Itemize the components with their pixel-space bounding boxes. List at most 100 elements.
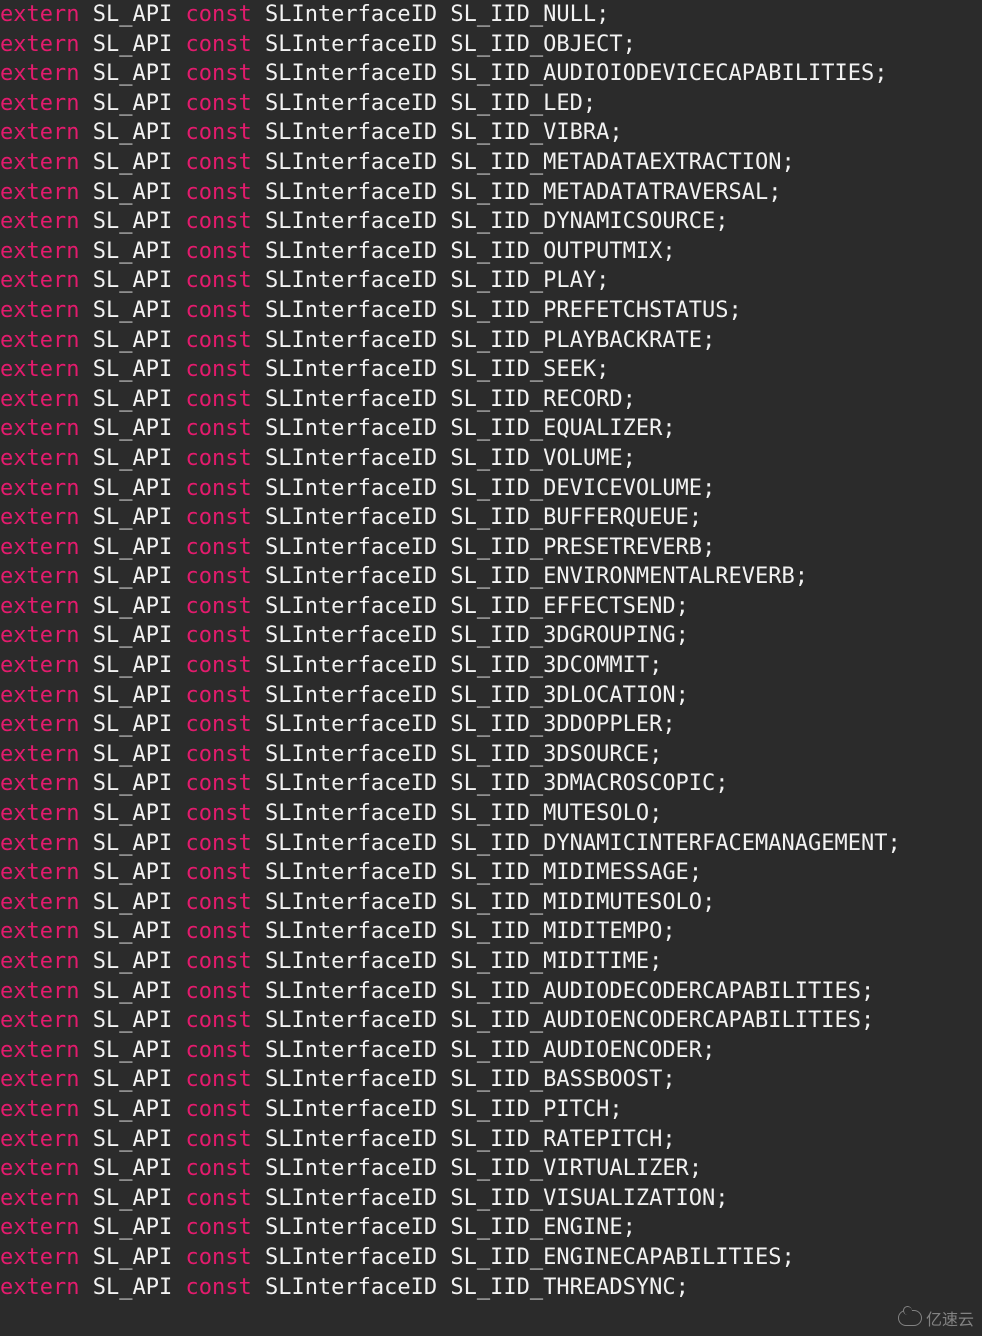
keyword-const: const	[185, 742, 251, 767]
type-name: SLInterfaceID	[265, 387, 437, 412]
semicolon: ;	[609, 1097, 622, 1122]
type-name: SLInterfaceID	[265, 91, 437, 116]
identifier: SL_IID_BASSBOOST	[450, 1067, 662, 1092]
code-line: extern SL_API const SLInterfaceID SL_IID…	[0, 178, 982, 208]
keyword-extern: extern	[0, 61, 79, 86]
api-macro: SL_API	[93, 298, 172, 323]
code-line: extern SL_API const SLInterfaceID SL_IID…	[0, 1036, 982, 1066]
type-name: SLInterfaceID	[265, 860, 437, 885]
code-line: extern SL_API const SLInterfaceID SL_IID…	[0, 592, 982, 622]
keyword-const: const	[185, 1008, 251, 1033]
semicolon: ;	[689, 1156, 702, 1181]
keyword-extern: extern	[0, 890, 79, 915]
keyword-extern: extern	[0, 653, 79, 678]
type-name: SLInterfaceID	[265, 61, 437, 86]
type-name: SLInterfaceID	[265, 683, 437, 708]
type-name: SLInterfaceID	[265, 416, 437, 441]
keyword-const: const	[185, 564, 251, 589]
keyword-extern: extern	[0, 32, 79, 57]
keyword-extern: extern	[0, 1067, 79, 1092]
api-macro: SL_API	[93, 2, 172, 27]
api-macro: SL_API	[93, 623, 172, 648]
code-block: extern SL_API const SLInterfaceID SL_IID…	[0, 0, 982, 1302]
semicolon: ;	[874, 61, 887, 86]
identifier: SL_IID_VIRTUALIZER	[450, 1156, 688, 1181]
code-line: extern SL_API const SLInterfaceID SL_IID…	[0, 207, 982, 237]
type-name: SLInterfaceID	[265, 1127, 437, 1152]
api-macro: SL_API	[93, 535, 172, 560]
identifier: SL_IID_3DSOURCE	[450, 742, 649, 767]
identifier: SL_IID_MIDIMESSAGE	[450, 860, 688, 885]
keyword-extern: extern	[0, 1215, 79, 1240]
api-macro: SL_API	[93, 180, 172, 205]
semicolon: ;	[596, 268, 609, 293]
identifier: SL_IID_OUTPUTMIX	[450, 239, 662, 264]
keyword-const: const	[185, 594, 251, 619]
semicolon: ;	[623, 387, 636, 412]
keyword-extern: extern	[0, 1097, 79, 1122]
type-name: SLInterfaceID	[265, 505, 437, 530]
code-line: extern SL_API const SLInterfaceID SL_IID…	[0, 1213, 982, 1243]
identifier: SL_IID_3DGROUPING	[450, 623, 675, 648]
type-name: SLInterfaceID	[265, 298, 437, 323]
semicolon: ;	[662, 919, 675, 944]
code-line: extern SL_API const SLInterfaceID SL_IID…	[0, 266, 982, 296]
semicolon: ;	[623, 1215, 636, 1240]
api-macro: SL_API	[93, 209, 172, 234]
semicolon: ;	[649, 742, 662, 767]
code-line: extern SL_API const SLInterfaceID SL_IID…	[0, 89, 982, 119]
api-macro: SL_API	[93, 61, 172, 86]
type-name: SLInterfaceID	[265, 949, 437, 974]
type-name: SLInterfaceID	[265, 919, 437, 944]
identifier: SL_IID_ENVIRONMENTALREVERB	[450, 564, 794, 589]
identifier: SL_IID_AUDIODECODERCAPABILITIES	[450, 979, 861, 1004]
identifier: SL_IID_VIBRA	[450, 120, 609, 145]
code-line: extern SL_API const SLInterfaceID SL_IID…	[0, 799, 982, 829]
code-line: extern SL_API const SLInterfaceID SL_IID…	[0, 710, 982, 740]
keyword-const: const	[185, 1186, 251, 1211]
semicolon: ;	[795, 564, 808, 589]
type-name: SLInterfaceID	[265, 268, 437, 293]
cloud-icon	[898, 1310, 922, 1326]
api-macro: SL_API	[93, 416, 172, 441]
type-name: SLInterfaceID	[265, 32, 437, 57]
keyword-const: const	[185, 357, 251, 382]
type-name: SLInterfaceID	[265, 623, 437, 648]
semicolon: ;	[609, 120, 622, 145]
type-name: SLInterfaceID	[265, 801, 437, 826]
semicolon: ;	[676, 683, 689, 708]
api-macro: SL_API	[93, 446, 172, 471]
identifier: SL_IID_PRESETREVERB	[450, 535, 702, 560]
api-macro: SL_API	[93, 919, 172, 944]
keyword-extern: extern	[0, 801, 79, 826]
type-name: SLInterfaceID	[265, 979, 437, 1004]
type-name: SLInterfaceID	[265, 1245, 437, 1270]
keyword-extern: extern	[0, 919, 79, 944]
keyword-const: const	[185, 2, 251, 27]
type-name: SLInterfaceID	[265, 1008, 437, 1033]
code-line: extern SL_API const SLInterfaceID SL_IID…	[0, 503, 982, 533]
keyword-extern: extern	[0, 683, 79, 708]
semicolon: ;	[583, 91, 596, 116]
code-line: extern SL_API const SLInterfaceID SL_IID…	[0, 1065, 982, 1095]
keyword-extern: extern	[0, 416, 79, 441]
code-line: extern SL_API const SLInterfaceID SL_IID…	[0, 740, 982, 770]
api-macro: SL_API	[93, 801, 172, 826]
keyword-const: const	[185, 505, 251, 530]
type-name: SLInterfaceID	[265, 120, 437, 145]
keyword-extern: extern	[0, 564, 79, 589]
semicolon: ;	[729, 298, 742, 323]
keyword-extern: extern	[0, 831, 79, 856]
semicolon: ;	[662, 416, 675, 441]
code-line: extern SL_API const SLInterfaceID SL_IID…	[0, 562, 982, 592]
keyword-const: const	[185, 623, 251, 648]
type-name: SLInterfaceID	[265, 712, 437, 737]
semicolon: ;	[596, 2, 609, 27]
keyword-const: const	[185, 653, 251, 678]
semicolon: ;	[782, 1245, 795, 1270]
api-macro: SL_API	[93, 860, 172, 885]
keyword-const: const	[185, 91, 251, 116]
keyword-const: const	[185, 387, 251, 412]
type-name: SLInterfaceID	[265, 180, 437, 205]
keyword-extern: extern	[0, 771, 79, 796]
